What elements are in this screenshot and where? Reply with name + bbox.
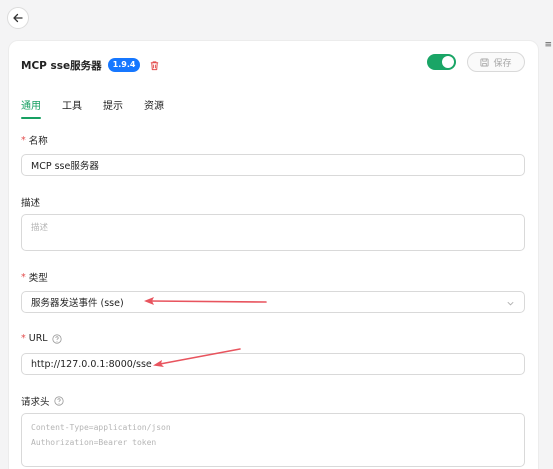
app-page: ≡ MCP sse服务器 1.9.4 保存 通用 工具 提示 资源 * 名称 M… bbox=[0, 0, 553, 469]
help-icon[interactable] bbox=[53, 396, 64, 406]
url-input[interactable]: http://127.0.0.1:8000/sse bbox=[21, 353, 525, 375]
required-mark: * bbox=[21, 134, 26, 146]
name-input[interactable]: MCP sse服务器 bbox=[21, 154, 525, 176]
help-icon[interactable] bbox=[52, 333, 62, 344]
type-select[interactable]: 服务器发送事件 (sse) bbox=[21, 291, 525, 313]
tab-resources[interactable]: 资源 bbox=[144, 97, 164, 119]
description-input[interactable]: 描述 bbox=[21, 214, 525, 251]
server-title: MCP sse服务器 bbox=[21, 59, 102, 72]
chevron-down-icon bbox=[507, 301, 514, 306]
url-label: * URL bbox=[21, 333, 62, 344]
back-button[interactable] bbox=[7, 7, 29, 29]
type-label: * 类型 bbox=[21, 271, 48, 285]
headers-label: 请求头 bbox=[21, 394, 64, 408]
tab-bar: 通用 工具 提示 资源 bbox=[21, 97, 164, 119]
save-button[interactable]: 保存 bbox=[467, 52, 525, 72]
headers-placeholder-line: Content-Type=application/json bbox=[31, 423, 171, 432]
tab-prompts[interactable]: 提示 bbox=[103, 97, 123, 119]
headers-input[interactable]: Content-Type=application/json Authorizat… bbox=[21, 413, 525, 467]
tab-tools[interactable]: 工具 bbox=[62, 97, 82, 119]
name-label: * 名称 bbox=[21, 134, 48, 148]
tab-general[interactable]: 通用 bbox=[21, 97, 41, 119]
delete-icon[interactable] bbox=[149, 60, 160, 71]
save-label: 保存 bbox=[493, 58, 512, 69]
version-badge: 1.9.4 bbox=[107, 58, 141, 72]
required-mark: * bbox=[21, 271, 26, 283]
headers-placeholder-line: Authorization=Bearer token bbox=[31, 438, 157, 447]
arrow-left-icon bbox=[13, 13, 23, 23]
server-settings-card: MCP sse服务器 1.9.4 保存 通用 工具 提示 资源 * 名称 MCP… bbox=[8, 40, 539, 469]
description-label: 描述 bbox=[21, 198, 41, 209]
required-mark: * bbox=[21, 333, 26, 344]
save-icon bbox=[480, 57, 490, 67]
enable-toggle[interactable] bbox=[427, 54, 456, 70]
toggle-knob bbox=[442, 56, 454, 68]
scrollbar-edge: ≡ bbox=[544, 40, 552, 50]
